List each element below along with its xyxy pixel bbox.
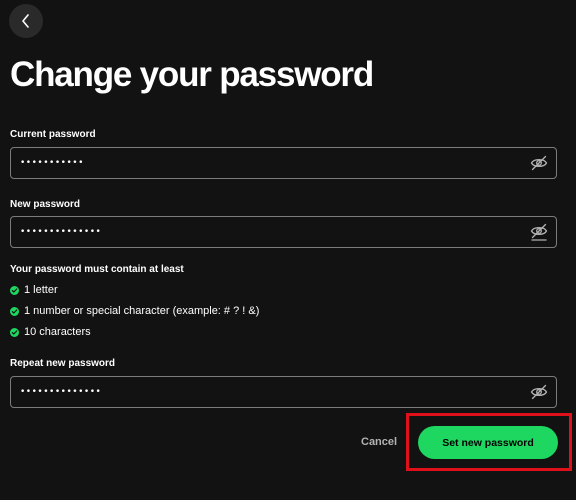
set-new-password-button[interactable]: Set new password	[418, 426, 558, 459]
change-password-page: Change your password Current password Ne…	[0, 0, 576, 500]
new-password-field-wrapper	[10, 216, 557, 248]
new-password-input[interactable]	[11, 217, 521, 247]
back-button[interactable]	[9, 4, 43, 38]
repeat-password-label: Repeat new password	[10, 358, 116, 369]
current-password-label: Current password	[10, 129, 96, 140]
requirement-item: 1 number or special character (example: …	[10, 305, 259, 317]
current-password-field-wrapper	[10, 147, 557, 179]
check-circle-icon	[10, 285, 19, 295]
requirement-text: 1 letter	[24, 284, 58, 296]
eye-slash-icon	[530, 223, 548, 241]
check-circle-icon	[10, 327, 19, 337]
requirement-item: 10 characters	[10, 326, 91, 338]
cancel-button[interactable]: Cancel	[361, 436, 397, 448]
current-password-input[interactable]	[11, 148, 521, 178]
requirement-text: 10 characters	[24, 326, 91, 338]
page-title: Change your password	[10, 55, 374, 94]
repeat-password-input[interactable]	[11, 377, 521, 407]
eye-slash-icon	[530, 384, 548, 400]
current-password-visibility-toggle[interactable]	[529, 154, 549, 172]
chevron-left-icon	[22, 14, 29, 28]
password-requirements-title: Your password must contain at least	[10, 264, 184, 275]
repeat-password-field-wrapper	[10, 376, 557, 408]
requirement-text: 1 number or special character (example: …	[24, 305, 260, 317]
check-circle-icon	[10, 306, 19, 316]
repeat-password-visibility-toggle[interactable]	[529, 383, 549, 401]
requirement-item: 1 letter	[10, 284, 58, 296]
new-password-label: New password	[10, 199, 81, 210]
eye-slash-icon	[530, 155, 548, 171]
new-password-visibility-toggle[interactable]	[529, 223, 549, 241]
